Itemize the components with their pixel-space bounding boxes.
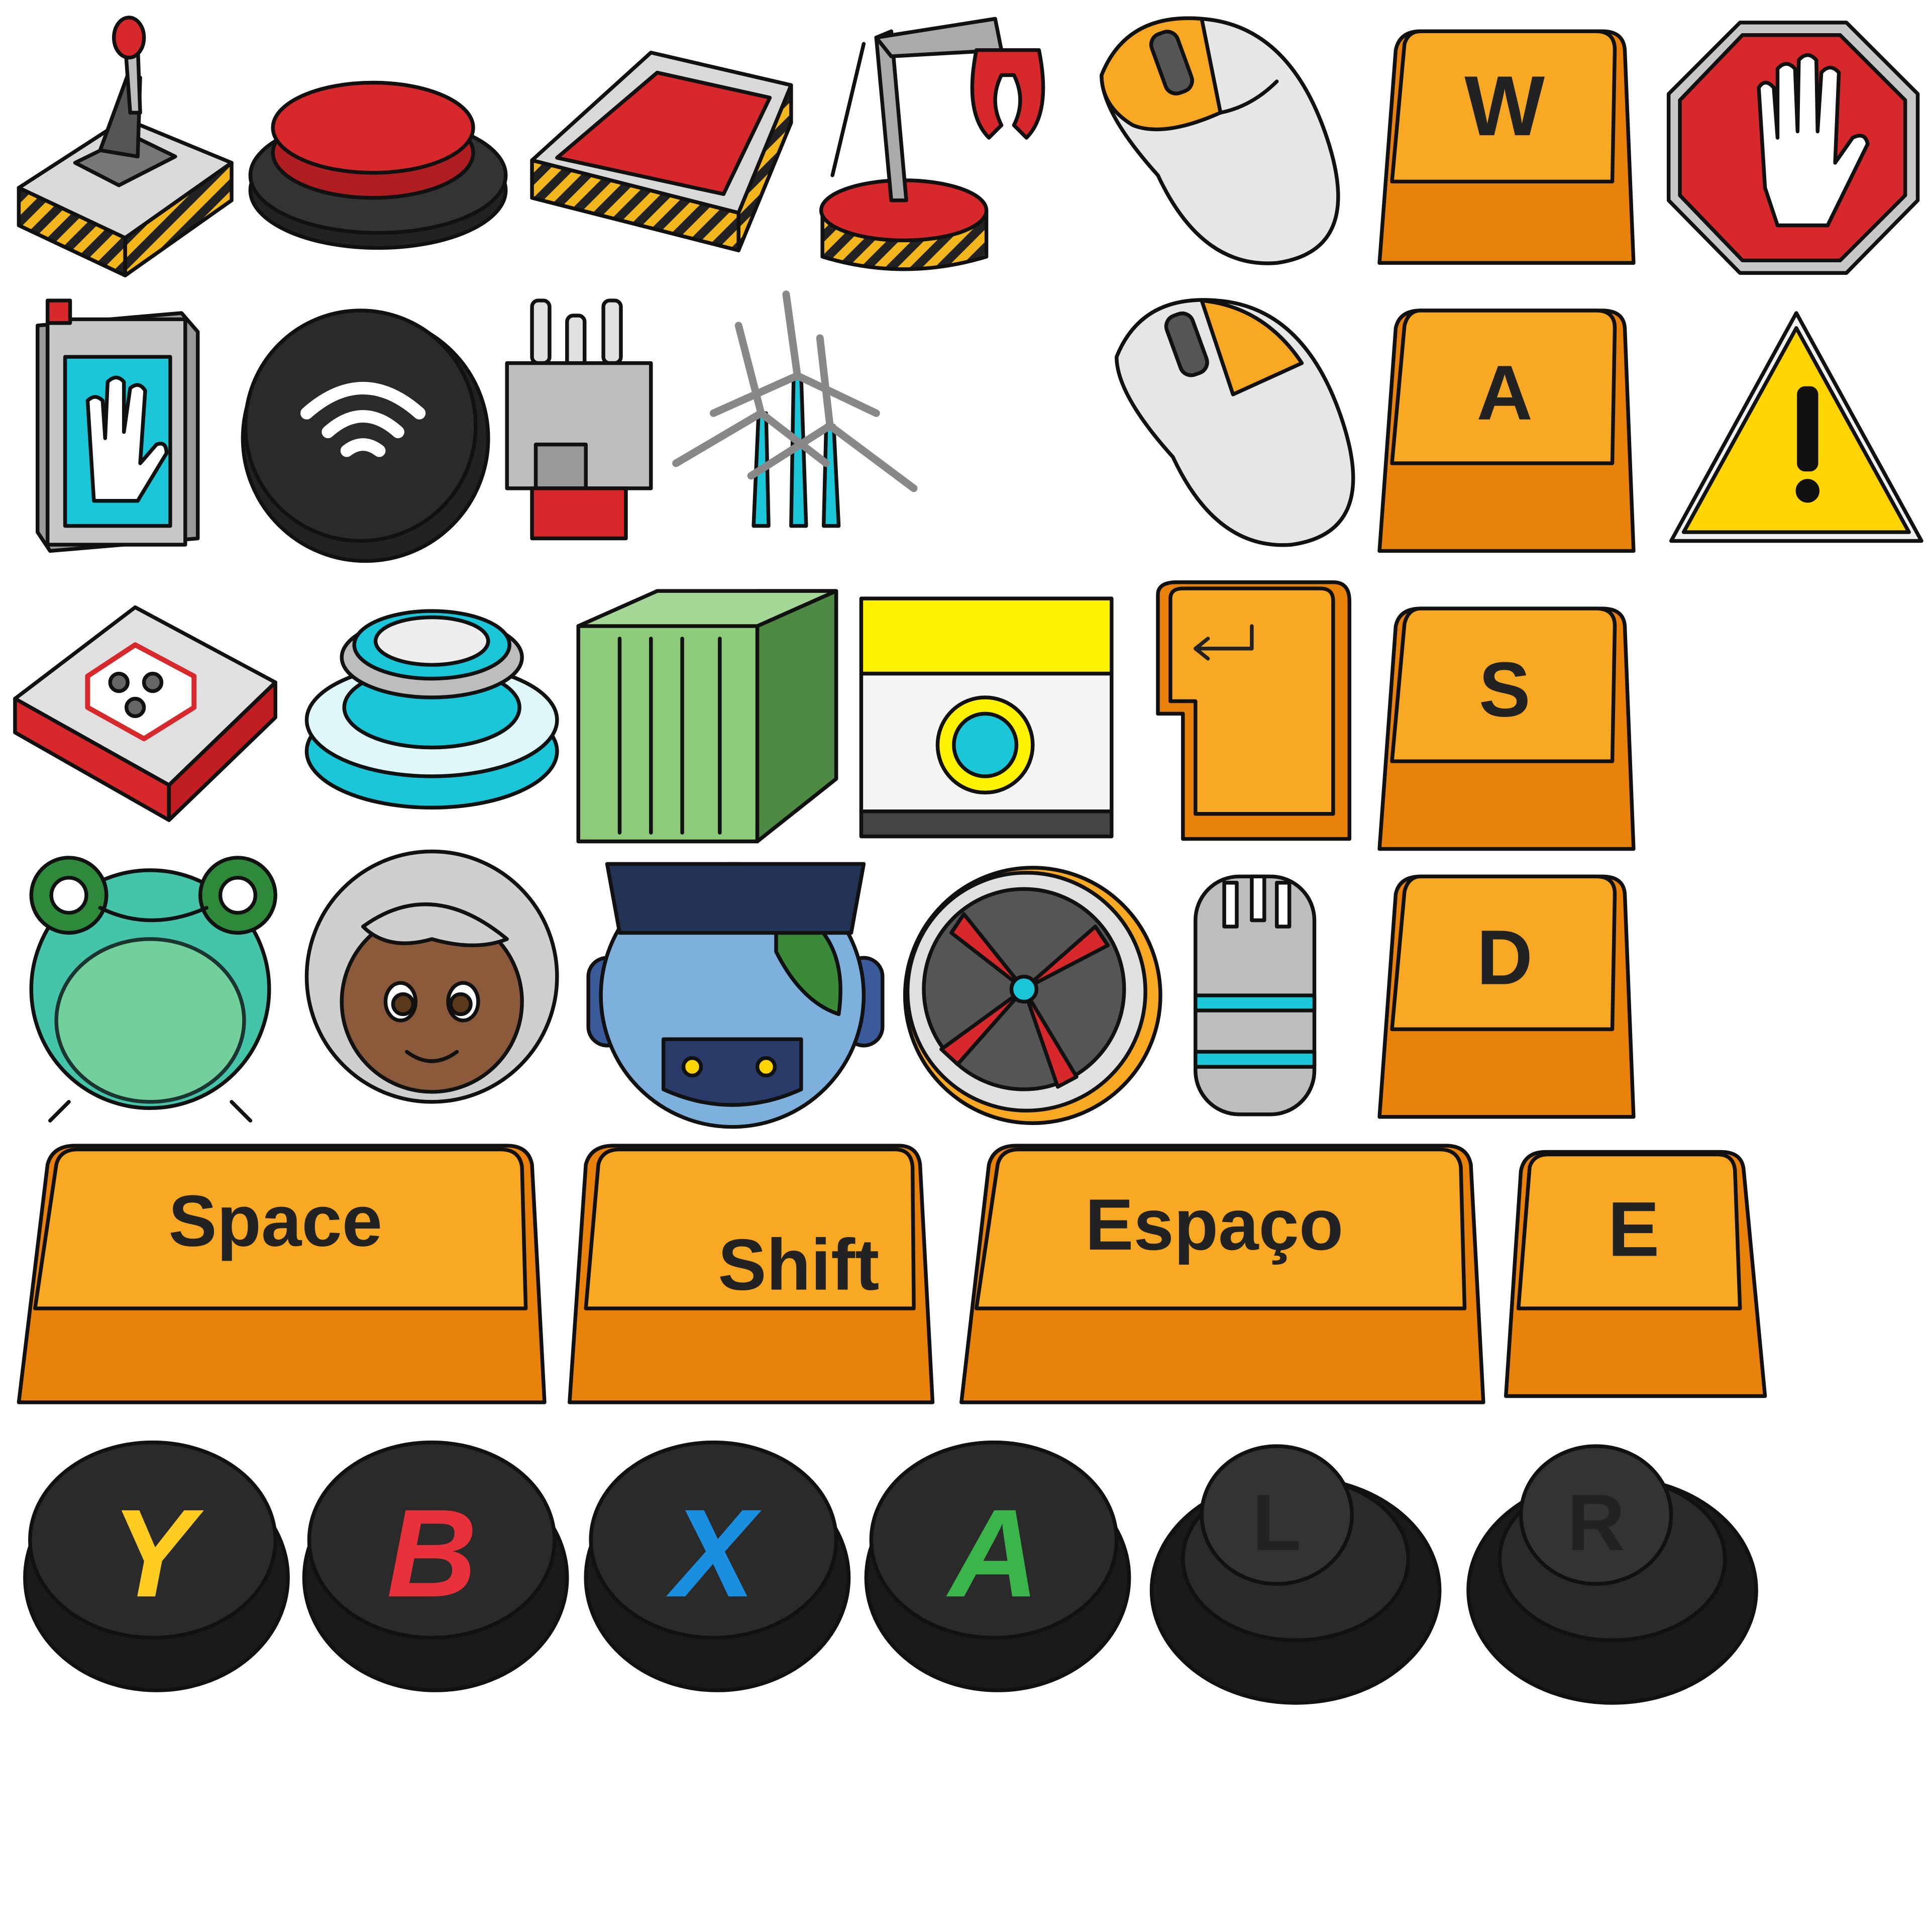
robot-claw-arm-icon[interactable] <box>819 17 1045 271</box>
d-key-icon[interactable]: D <box>1377 874 1636 1119</box>
w-key-icon[interactable]: W <box>1377 29 1636 265</box>
w-key-label: W <box>1464 58 1545 153</box>
x-button-label: X <box>666 1483 762 1623</box>
globe-robot-icon[interactable] <box>586 862 885 1129</box>
sprite-sheet: W A S D Space Shift Espaço E Y B X A L R <box>0 0 1929 1929</box>
wireless-button-icon[interactable] <box>241 309 490 563</box>
espaco-key-label: Espaço <box>1085 1184 1343 1265</box>
gamepad-r-stick-icon[interactable]: R <box>1466 1444 1758 1705</box>
shift-key-label: Shift <box>718 1224 879 1305</box>
computer-mouse-left-click-icon[interactable] <box>1100 16 1340 265</box>
fan-turbine-icon[interactable] <box>903 866 1162 1125</box>
yellow-machine-block-icon[interactable] <box>859 596 1114 839</box>
power-plug-icon[interactable] <box>505 298 653 541</box>
cyan-pressure-button-icon[interactable] <box>304 609 559 810</box>
wind-turbines-icon[interactable] <box>672 290 918 528</box>
shipping-container-icon[interactable] <box>576 589 838 844</box>
espaco-key-icon[interactable]: Espaço <box>959 1144 1485 1404</box>
sprite-canvas: W A S D Space Shift Espaço E Y B X A L R <box>13 16 1923 1705</box>
e-key-icon[interactable]: E <box>1504 1150 1767 1398</box>
y-button-label: Y <box>111 1483 204 1623</box>
warning-sign-icon[interactable] <box>1669 311 1923 543</box>
r-stick-label: R <box>1567 1478 1625 1567</box>
gamepad-a-button-icon[interactable]: A <box>864 1440 1131 1692</box>
gamepad-y-button-icon[interactable]: Y <box>23 1440 290 1692</box>
space-key-icon[interactable]: Space <box>17 1144 547 1404</box>
space-key-label: Space <box>168 1180 382 1261</box>
a-key-label: A <box>1476 349 1533 436</box>
computer-mouse-right-click-icon[interactable] <box>1115 298 1355 547</box>
gamepad-b-button-icon[interactable]: B <box>302 1440 569 1692</box>
floor-socket-plate-icon[interactable] <box>13 605 277 822</box>
shift-key-icon[interactable]: Shift <box>568 1144 935 1404</box>
grandma-character-icon[interactable] <box>304 849 559 1104</box>
e-key-label: E <box>1608 1185 1659 1272</box>
lever-joystick-icon[interactable] <box>17 16 234 277</box>
l-stick-label: L <box>1252 1478 1301 1567</box>
enter-key-icon[interactable] <box>1156 580 1351 841</box>
s-key-label: S <box>1479 646 1531 733</box>
connector-plug-icon[interactable] <box>1194 874 1317 1116</box>
d-key-label: D <box>1476 914 1533 1001</box>
a-key-icon[interactable]: A <box>1377 309 1636 553</box>
stop-hand-sign-icon[interactable] <box>1666 21 1920 275</box>
s-key-icon[interactable]: S <box>1377 606 1636 851</box>
gamepad-l-stick-icon[interactable]: L <box>1149 1444 1442 1705</box>
red-pressure-plate-icon[interactable] <box>530 50 793 253</box>
frog-character-icon[interactable] <box>29 856 277 1123</box>
a-button-label: A <box>946 1483 1039 1623</box>
handprint-scanner-icon[interactable] <box>36 298 200 553</box>
b-button-label: B <box>387 1483 477 1623</box>
gamepad-x-button-icon[interactable]: X <box>584 1440 851 1692</box>
big-red-button-icon[interactable] <box>248 80 508 250</box>
